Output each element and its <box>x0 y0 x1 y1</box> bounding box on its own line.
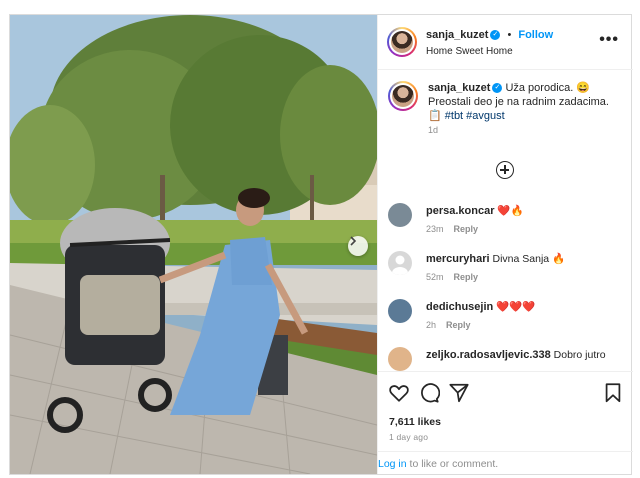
login-link[interactable]: Log in <box>378 458 407 470</box>
caption-line-1: Uža porodica. 😄 <box>505 82 591 94</box>
more-options-icon[interactable]: ••• <box>599 32 619 48</box>
comments-list: persa.koncar ❤️🔥 23m Reply mercuryhari Di… <box>378 203 633 371</box>
commenter-avatar[interactable] <box>388 347 412 371</box>
post-date: 1 day ago <box>389 432 429 442</box>
reply-button[interactable]: Reply <box>454 272 479 282</box>
post-photo-image <box>10 15 377 474</box>
caption-time: 1d <box>428 125 439 135</box>
verified-badge-icon: ✓ <box>490 30 501 41</box>
comment-item: mercuryhari Divna Sanja 🔥 52m Reply <box>388 251 628 291</box>
commenter-avatar[interactable] <box>388 251 412 275</box>
reply-button[interactable]: Reply <box>446 320 471 330</box>
follow-button[interactable]: Follow <box>518 29 553 41</box>
comment-time: 23m <box>426 224 444 234</box>
dot-separator: • <box>507 29 512 41</box>
default-avatar-icon <box>392 255 408 275</box>
login-prompt: Log in to like or comment. <box>378 451 633 474</box>
comment-item: persa.koncar ❤️🔥 23m Reply <box>388 203 628 243</box>
comment-icon[interactable] <box>418 382 440 404</box>
comment-text: ❤️❤️❤️ <box>496 301 536 313</box>
reply-button[interactable]: Reply <box>454 224 479 234</box>
bookmark-icon[interactable] <box>602 382 624 404</box>
commenter-avatar[interactable] <box>388 203 412 227</box>
heart-icon[interactable] <box>388 382 410 404</box>
comment-username[interactable]: persa.koncar <box>426 205 494 217</box>
clipboard-emoji: 📋 <box>428 110 442 122</box>
login-prompt-text: to like or comment. <box>406 458 499 470</box>
chevron-right-icon <box>350 236 357 246</box>
post-location[interactable]: Home Sweet Home <box>426 46 513 57</box>
caption-author-avatar[interactable] <box>388 81 418 111</box>
verified-badge-icon: ✓ <box>492 83 503 94</box>
commenter-avatar[interactable] <box>388 299 412 323</box>
next-photo-button[interactable] <box>348 236 368 256</box>
comment-username[interactable]: zeljko.radosavljevic.338 <box>426 349 551 361</box>
comment-item: dedichusejin ❤️❤️❤️ 2h Reply <box>388 299 628 339</box>
caption-author-username[interactable]: sanja_kuzet <box>428 82 490 94</box>
plus-circle-icon[interactable] <box>496 161 514 179</box>
author-avatar[interactable] <box>387 27 417 57</box>
comment-text: Divna Sanja 🔥 <box>492 253 566 265</box>
author-username[interactable]: sanja_kuzet <box>426 29 488 41</box>
comment-username[interactable]: dedichusejin <box>426 301 493 313</box>
post-side-panel: sanja_kuzet ✓ • Follow Home Sweet Home ••… <box>377 15 633 474</box>
caption-hashtags[interactable]: #tbt #avgust <box>445 110 505 122</box>
caption-line-2: Preostali deo je na radnim zadacima. <box>428 96 609 108</box>
comment-time: 52m <box>426 272 444 282</box>
post-photo[interactable] <box>10 15 377 474</box>
comment-item: zeljko.radosavljevic.338 Dobro jutro <box>388 347 628 371</box>
caption-text: sanja_kuzet ✓ Uža porodica. 😄 Preostali d… <box>428 81 628 137</box>
comment-time: 2h <box>426 320 437 330</box>
post-actions: 7,611 likes 1 day ago <box>378 371 633 451</box>
comment-username[interactable]: mercuryhari <box>426 253 490 265</box>
instagram-post: sanja_kuzet ✓ • Follow Home Sweet Home ••… <box>9 14 633 475</box>
comment-text: Dobro jutro <box>553 349 606 361</box>
send-icon[interactable] <box>448 382 470 404</box>
post-header: sanja_kuzet ✓ • Follow Home Sweet Home ••… <box>378 15 633 70</box>
likes-count[interactable]: 7,611 likes <box>389 416 441 428</box>
comment-text: ❤️🔥 <box>497 205 524 217</box>
